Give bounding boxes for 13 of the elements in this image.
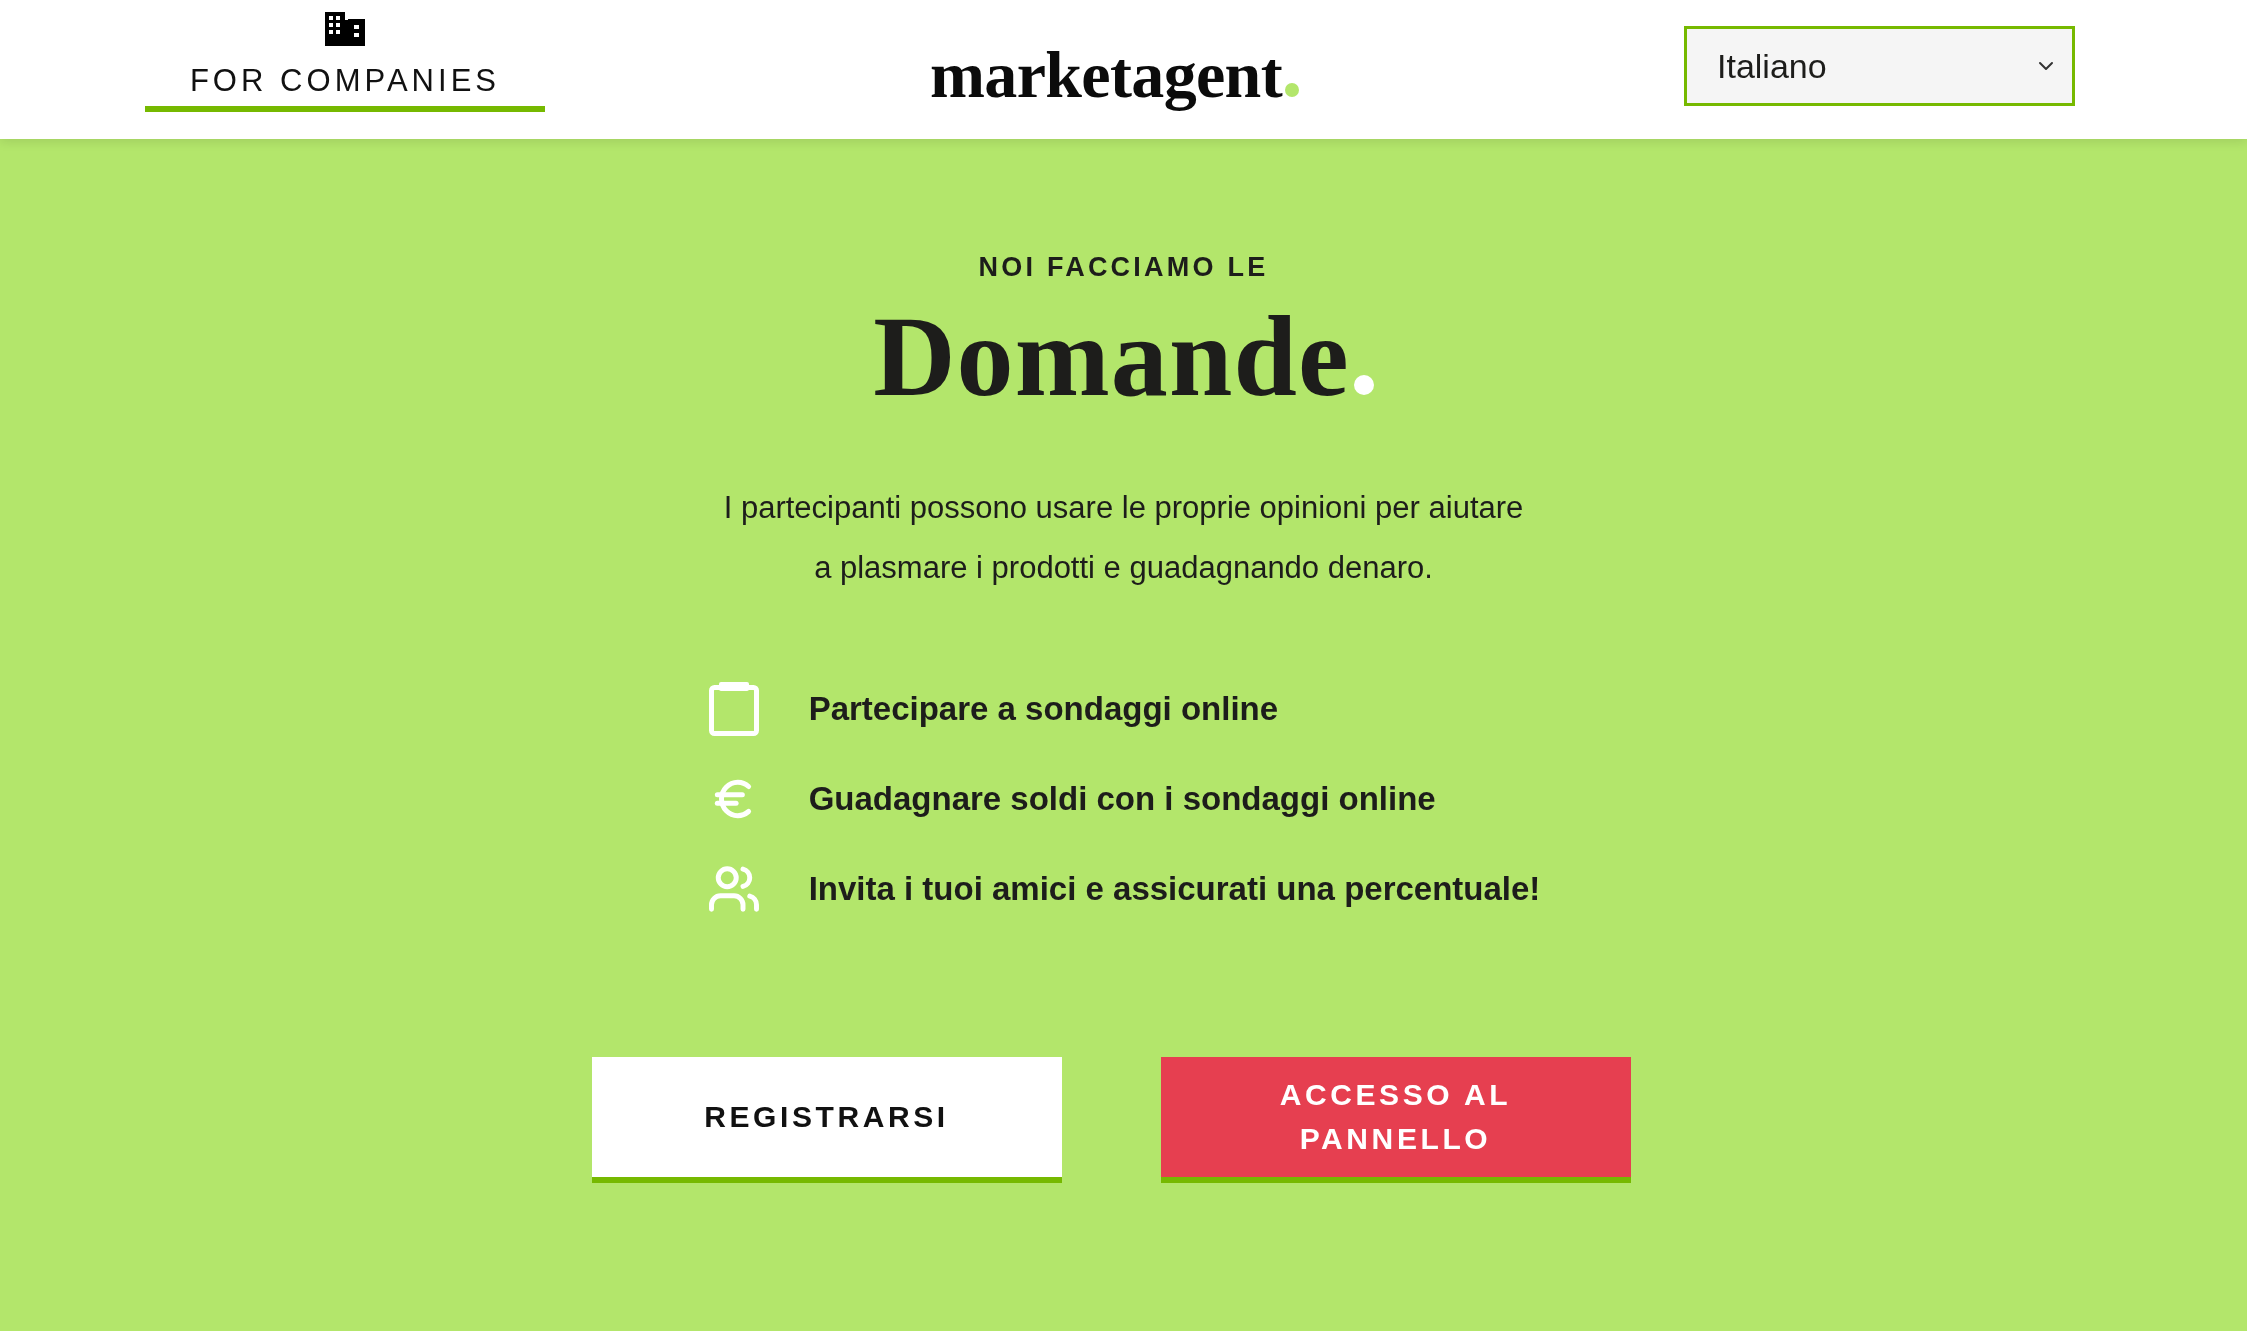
hero-description: I partecipanti possono usare le proprie opinioni per aiutare a plasmare i prodotti e guadagnando denaro. (722, 489, 1525, 587)
hero-title: Domande (873, 300, 1350, 414)
building-icon (325, 12, 365, 46)
logo: marketagent (930, 40, 1282, 110)
for-companies-link[interactable]: FOR COMPANIES (145, 12, 545, 112)
feature-text: Invita i tuoi amici e assicurati una percentuale! (808, 869, 1541, 910)
language-select[interactable]: Italiano (1684, 26, 2075, 106)
panel-login-button[interactable]: ACCESSO AL PANNELLO (1160, 1057, 1631, 1183)
feature-text: Partecipare a sondaggi online (808, 689, 1279, 730)
clipboard-icon (708, 682, 759, 736)
register-button[interactable]: REGISTRARSI (591, 1057, 1062, 1183)
hero-eyebrow: NOI FACCIAMO LE (978, 251, 1269, 284)
feature-text: Guadagnare soldi con i sondaggi online (808, 779, 1436, 820)
